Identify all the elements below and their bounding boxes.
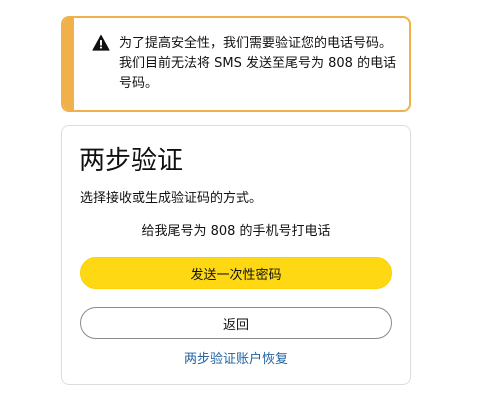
- page-title: 两步验证: [79, 146, 184, 176]
- warning-alert: 为了提高安全性，我们需要验证您的电话号码。我们目前无法将 SMS 发送至尾号为 …: [61, 16, 411, 112]
- alert-accent-bar: [63, 18, 74, 110]
- two-step-verification-card: 两步验证 选择接收或生成验证码的方式。 给我尾号为 808 的手机号打电话 发送…: [61, 125, 411, 385]
- send-otp-button[interactable]: 发送一次性密码: [80, 257, 392, 289]
- warning-icon: [92, 34, 110, 51]
- call-phone-option[interactable]: 给我尾号为 808 的手机号打电话: [80, 222, 392, 242]
- instruction-text: 选择接收或生成验证码的方式。: [80, 191, 263, 206]
- account-recovery-link[interactable]: 两步验证账户恢复: [80, 350, 392, 370]
- back-button[interactable]: 返回: [80, 307, 392, 339]
- alert-message: 为了提高安全性，我们需要验证您的电话号码。我们目前无法将 SMS 发送至尾号为 …: [119, 36, 397, 91]
